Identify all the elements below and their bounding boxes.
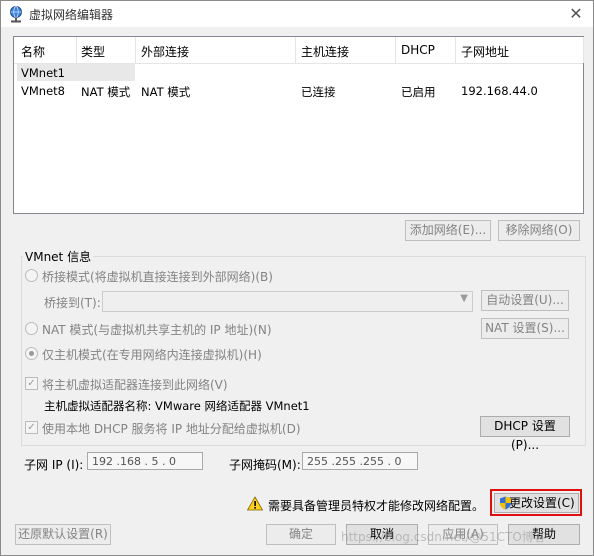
ok-button[interactable]: 确定 (266, 524, 336, 545)
column-header-name[interactable]: 名称 (21, 43, 45, 60)
restore-defaults-button[interactable]: 还原默认设置(R) (15, 524, 111, 545)
use-dhcp-checkbox[interactable]: ✓ (25, 421, 38, 434)
virtual-network-editor-window: 虚拟网络编辑器 ✕ 名称 类型 外部连接 主机连接 DHCP 子网地址 VMne… (0, 0, 594, 556)
bridged-mode-radio[interactable] (25, 269, 38, 282)
watermark-text: https://blog.csdn.net/@51CTO博客 (341, 530, 546, 544)
close-icon[interactable]: ✕ (559, 1, 593, 27)
cell-external: NAT 模式 (141, 85, 191, 99)
column-header-subnet[interactable]: 子网地址 (461, 43, 509, 60)
cell-name: VMnet8 (21, 84, 65, 98)
subnet-mask-label: 子网掩码(M): (229, 458, 301, 472)
host-only-radio[interactable] (25, 347, 38, 360)
remove-network-button[interactable]: 移除网络(O) (498, 220, 580, 241)
column-header-external[interactable]: 外部连接 (141, 43, 189, 60)
column-header-host[interactable]: 主机连接 (301, 43, 349, 60)
column-header-type[interactable]: 类型 (81, 43, 105, 60)
highlight-box (490, 489, 582, 516)
connect-adapter-checkbox[interactable]: ✓ (25, 377, 38, 390)
bridged-mode-label[interactable]: 桥接模式(将虚拟机直接连接到外部网络)(B) (42, 268, 273, 285)
host-only-label[interactable]: 仅主机模式(在专用网络内连接虚拟机)(H) (42, 346, 262, 363)
bridged-to-select[interactable]: ▼ (102, 291, 473, 312)
dhcp-settings-button[interactable]: DHCP 设置(P)... (480, 416, 570, 452)
table-header: 名称 类型 外部连接 主机连接 DHCP 子网地址 (14, 37, 584, 64)
title-bar: 虚拟网络编辑器 ✕ (1, 1, 593, 27)
nat-mode-label[interactable]: NAT 模式(与虚拟机共享主机的 IP 地址)(N) (42, 321, 272, 338)
cell-name: VMnet1 (21, 66, 65, 80)
bridged-to-label: 桥接到(T): (44, 296, 101, 310)
vmnet-info-label: VMnet 信息 (23, 248, 94, 265)
network-list[interactable]: 名称 类型 外部连接 主机连接 DHCP 子网地址 VMnet1 VMnet8 … (13, 36, 584, 214)
add-network-button[interactable]: 添加网络(E)... (405, 220, 491, 241)
network-app-icon (10, 6, 22, 23)
use-dhcp-label[interactable]: 使用本地 DHCP 服务将 IP 地址分配给虚拟机(D) (42, 420, 301, 437)
admin-notice-text: 需要具备管理员特权才能修改网络配置。 (268, 499, 485, 513)
adapter-name-text: 主机虚拟适配器名称: VMware 网络适配器 VMnet1 (44, 399, 310, 413)
warning-icon (247, 496, 263, 511)
nat-settings-button[interactable]: NAT 设置(S)... (481, 318, 569, 339)
table-row[interactable]: VMnet8 NAT 模式 NAT 模式 已连接 已启用 192.168.44.… (14, 82, 583, 100)
cell-subnet: 192.168.44.0 (461, 84, 538, 98)
column-header-dhcp[interactable]: DHCP (401, 43, 435, 57)
auto-settings-button[interactable]: 自动设置(U)... (481, 290, 569, 311)
dropdown-arrow-icon: ▼ (460, 293, 468, 304)
subnet-mask-input[interactable]: 255 .255 .255 . 0 (302, 452, 418, 470)
subnet-ip-input[interactable]: 192 .168 . 5 . 0 (87, 452, 203, 470)
nat-mode-radio[interactable] (25, 322, 38, 335)
table-row[interactable]: VMnet1 (14, 64, 583, 82)
window-title: 虚拟网络编辑器 (29, 8, 114, 22)
cell-type: NAT 模式 (81, 85, 131, 99)
subnet-ip-label: 子网 IP (I): (24, 458, 84, 472)
cell-dhcp: 已启用 (401, 85, 436, 99)
cell-host: 已连接 (301, 85, 336, 99)
connect-adapter-label[interactable]: 将主机虚拟适配器连接到此网络(V) (42, 376, 228, 393)
